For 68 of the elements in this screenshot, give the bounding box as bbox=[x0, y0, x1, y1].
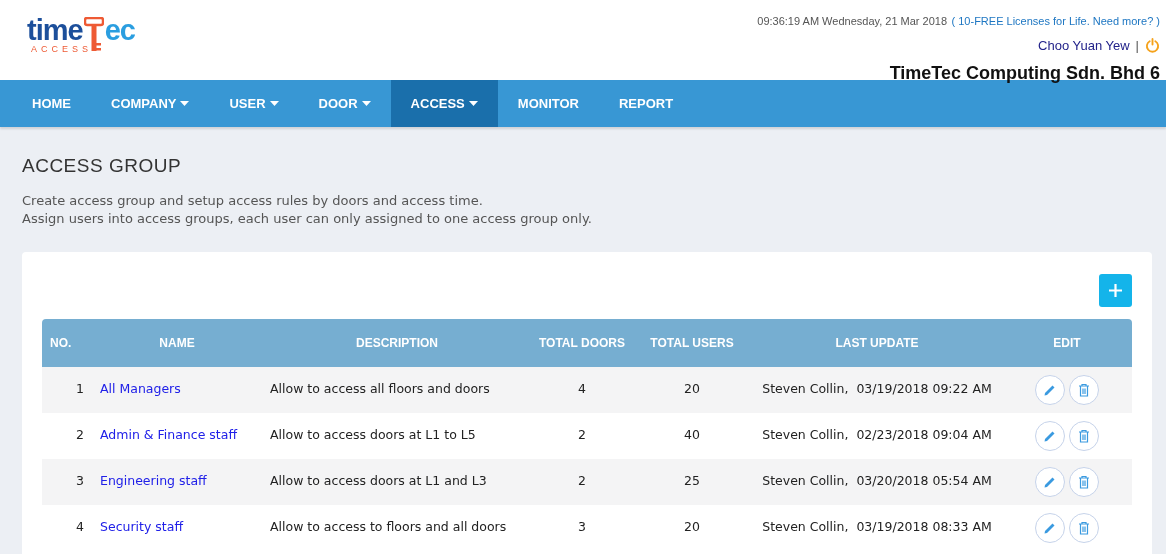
table-cell-text: Steven Collin, bbox=[762, 380, 849, 399]
edit-button[interactable] bbox=[1035, 466, 1065, 497]
table-cell-text: Steven Collin, bbox=[762, 426, 849, 445]
company-name: TimeTec Computing Sdn. Bhd 6 bbox=[888, 61, 1160, 85]
column-header: LAST UPDATE bbox=[834, 334, 920, 352]
trash-icon bbox=[1078, 520, 1090, 535]
description-text: Assign users into access groups, each user can only assigned to one access group only. bbox=[22, 209, 593, 228]
trash-icon bbox=[1078, 382, 1090, 397]
table-cell-text: 03/19/2018 09:22 AM bbox=[856, 380, 992, 399]
table-cell-text: Steven Collin, bbox=[762, 518, 849, 537]
table-cell-text: Steven Collin, bbox=[762, 472, 849, 491]
column-header: NAME bbox=[158, 334, 196, 352]
edit-button[interactable] bbox=[1035, 512, 1065, 543]
nav-tab[interactable]: HOME bbox=[12, 80, 91, 127]
column-header: DESCRIPTION bbox=[355, 334, 439, 352]
table-cell-text: 03/19/2018 08:33 AM bbox=[856, 518, 992, 537]
page-title: ACCESS GROUP bbox=[22, 155, 183, 178]
table-cell: Allow to access to floors and all doors bbox=[270, 519, 507, 535]
table-cell: 3 bbox=[578, 519, 586, 535]
date-time: 09:36:19 AM Wednesday, 21 Mar 2018 bbox=[757, 15, 948, 27]
nav-tab[interactable]: DOOR bbox=[298, 80, 391, 127]
logo-text: ec bbox=[104, 16, 135, 45]
table-cell: 20 bbox=[684, 381, 700, 397]
table-cell: Allow to access all floors and doors bbox=[270, 381, 490, 397]
logo-subtitle: ACCESS bbox=[31, 45, 92, 54]
delete-button[interactable] bbox=[1069, 466, 1099, 497]
group-name-link[interactable]: Security staff bbox=[92, 519, 183, 535]
nav-tab[interactable]: MONITOR bbox=[497, 80, 599, 127]
table-cell: 2 bbox=[578, 427, 586, 443]
table-cell-text: 03/20/2018 05:54 AM bbox=[856, 472, 992, 491]
row-number: 1 bbox=[76, 381, 84, 397]
column-header: EDIT bbox=[1052, 334, 1082, 352]
table-cell: Allow to access doors at L1 and L3 bbox=[270, 473, 487, 489]
row-number: 4 bbox=[76, 519, 84, 535]
table-cell: Allow to access doors at L1 to L5 bbox=[270, 427, 476, 443]
edit-button[interactable] bbox=[1035, 374, 1065, 405]
table-cell: 20 bbox=[684, 519, 700, 535]
table-cell-text: 02/23/2018 09:04 AM bbox=[856, 426, 992, 445]
add-button[interactable] bbox=[1099, 273, 1132, 307]
group-name-link[interactable]: Admin & Finance staff bbox=[92, 427, 237, 443]
power-icon[interactable] bbox=[1145, 38, 1160, 54]
plus-icon bbox=[1108, 282, 1123, 298]
table-cell: 4 bbox=[578, 381, 586, 397]
column-header: TOTAL USERS bbox=[649, 334, 735, 352]
row-number: 3 bbox=[76, 473, 84, 489]
trash-icon bbox=[1078, 428, 1090, 443]
column-header: TOTAL DOORS bbox=[538, 334, 626, 352]
column-header: NO. bbox=[49, 334, 73, 352]
edit-button[interactable] bbox=[1035, 420, 1065, 451]
separator: | bbox=[1135, 37, 1139, 55]
nav-tab[interactable]: USER bbox=[209, 80, 299, 127]
logo-text: time bbox=[27, 16, 83, 45]
group-name-link[interactable]: Engineering staff bbox=[92, 473, 207, 489]
delete-button[interactable] bbox=[1069, 420, 1099, 451]
nav-tab[interactable]: REPORT bbox=[598, 80, 694, 127]
group-name-link[interactable]: All Managers bbox=[92, 381, 181, 397]
nav-tab[interactable]: ACCESS bbox=[390, 80, 498, 127]
row-number: 2 bbox=[76, 427, 84, 443]
table-cell: 2 bbox=[578, 473, 586, 489]
table-cell: 25 bbox=[684, 473, 700, 489]
table-cell: 40 bbox=[684, 427, 700, 443]
license-link[interactable]: ( 10-FREE Licenses for Life. Need more? ) bbox=[951, 15, 1160, 27]
delete-button[interactable] bbox=[1069, 374, 1099, 405]
description-text: Create access group and setup access rules by doors and access time. bbox=[22, 191, 484, 210]
user-name-link[interactable]: Choo Yuan Yew bbox=[1038, 36, 1130, 56]
trash-icon bbox=[1078, 474, 1090, 489]
nav-tab[interactable]: COMPANY bbox=[91, 80, 210, 127]
delete-button[interactable] bbox=[1069, 512, 1099, 543]
